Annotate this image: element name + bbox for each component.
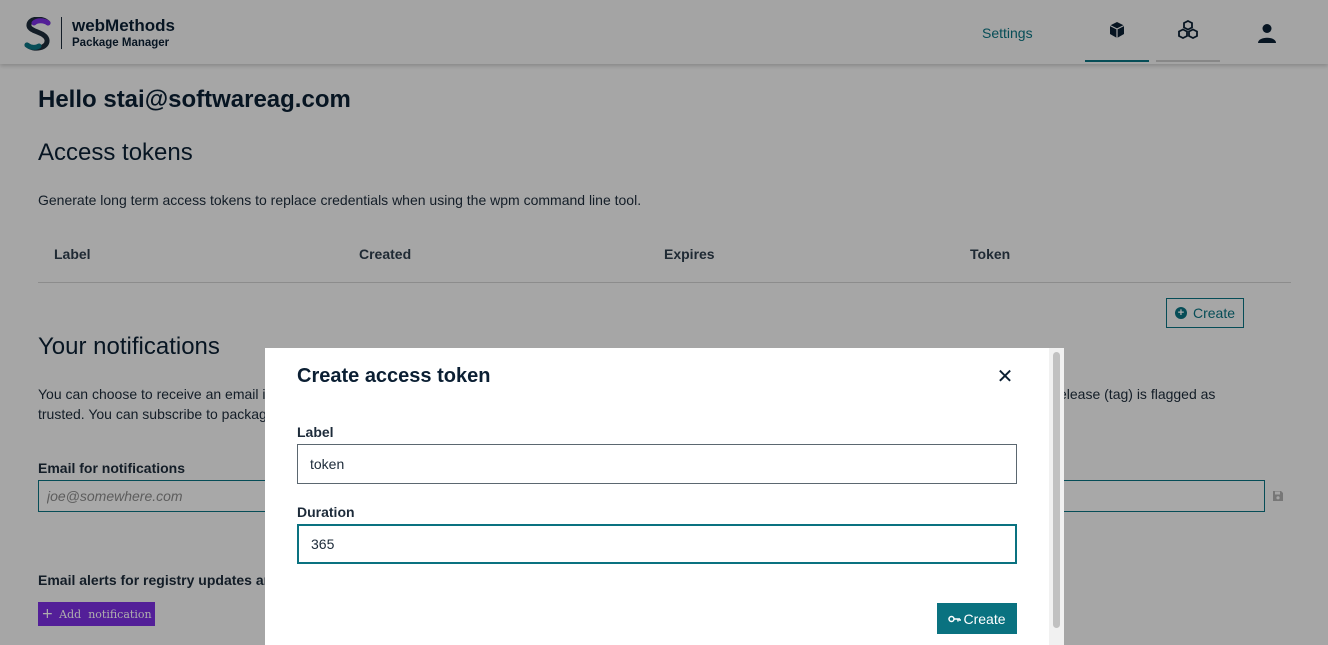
dialog-create-label: Create: [963, 610, 1006, 627]
create-access-token-dialog: Create access token ✕ Label Duration Cre…: [265, 348, 1064, 645]
label-field-label: Label: [297, 424, 334, 440]
close-icon: ✕: [996, 364, 1014, 388]
label-input[interactable]: [297, 444, 1017, 484]
key-icon: [948, 615, 962, 622]
dialog-create-button[interactable]: Create: [937, 603, 1017, 634]
dialog-title: Create access token: [297, 365, 491, 387]
duration-input[interactable]: [297, 524, 1017, 564]
duration-field-label: Duration: [297, 504, 355, 520]
dialog-scrollbar-thumb[interactable]: [1053, 352, 1060, 628]
close-button[interactable]: ✕: [993, 364, 1017, 388]
